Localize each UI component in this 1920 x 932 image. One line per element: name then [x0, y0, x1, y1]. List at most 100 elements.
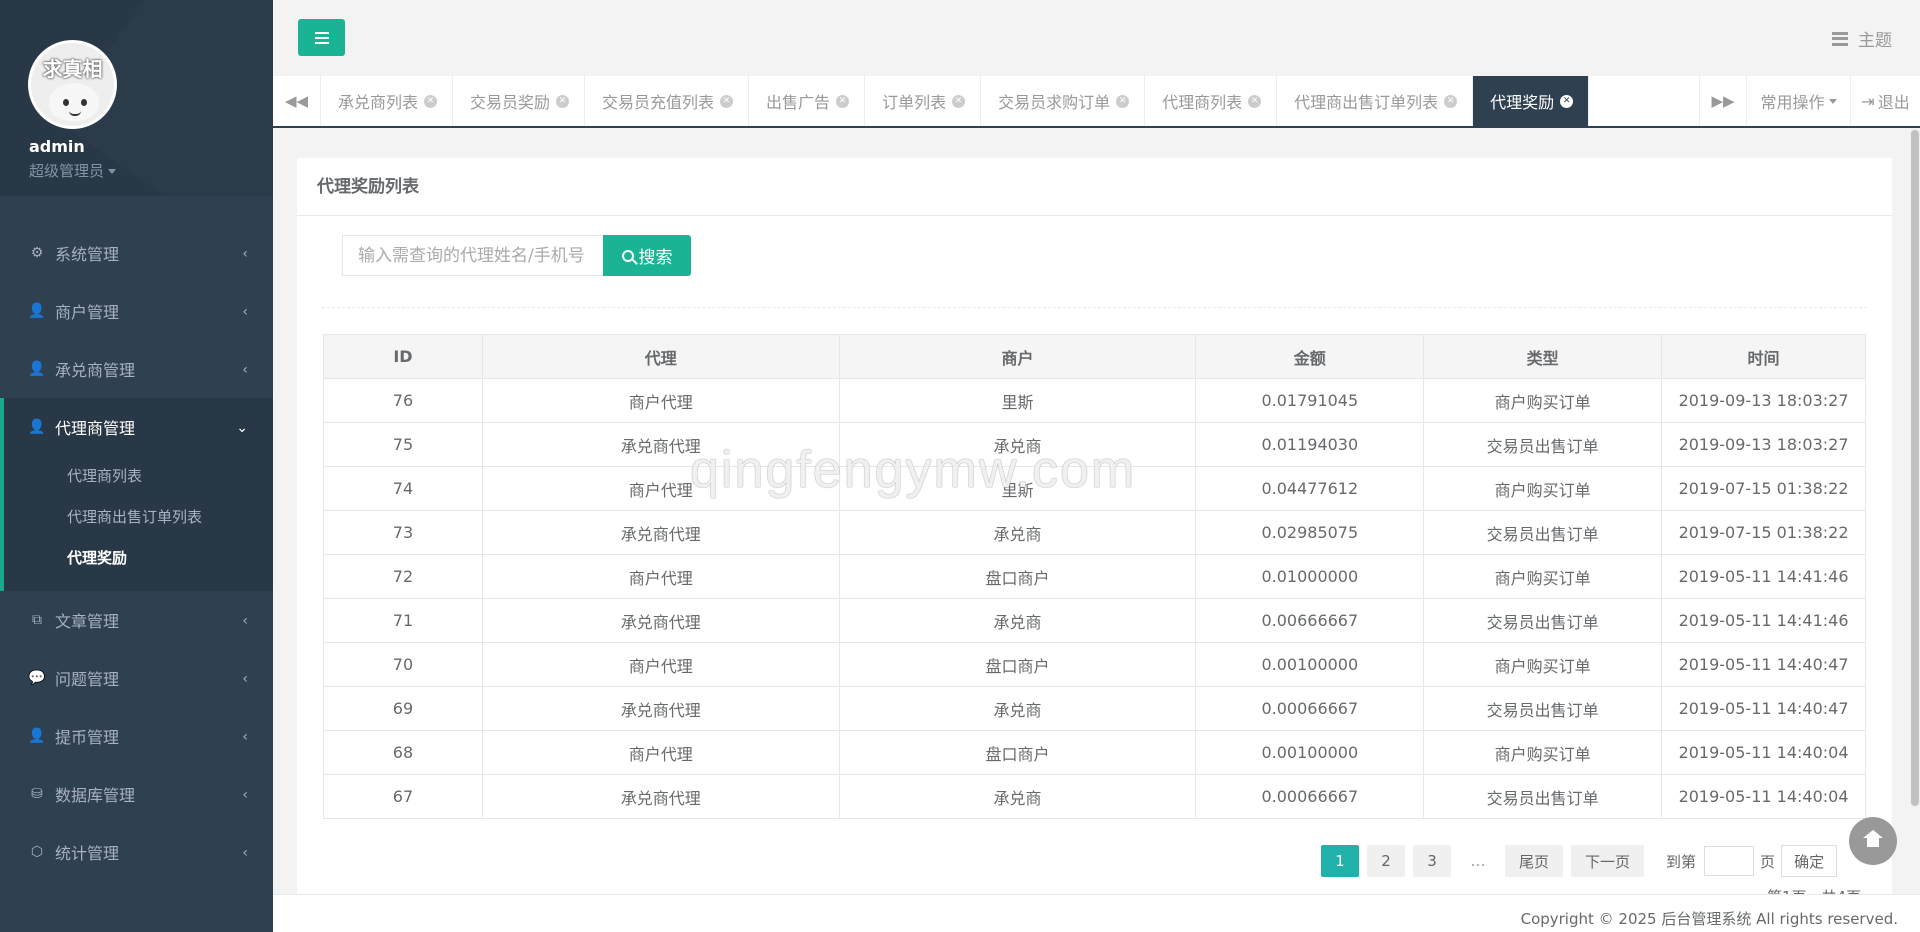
cell-id: 70 — [323, 642, 483, 687]
table-row: 68 商户代理 盘口商户 0.00100000 商户购买订单 2019-05-11 14:… — [323, 730, 1866, 775]
scrollbar[interactable] — [1910, 128, 1920, 808]
reward-table: ID 代理 商户 金额 类型 时间 76 商户代理 里斯 0.01791045 商户购买… — [323, 334, 1866, 819]
avatar-eye — [81, 99, 87, 106]
sidebar-subitem-agent-reward[interactable]: 代理奖励 — [4, 538, 273, 579]
cell-agent: 承兑商代理 — [481, 774, 840, 819]
search-icon — [621, 249, 634, 262]
close-icon[interactable]: ✕ — [1116, 94, 1130, 108]
cube-icon: ⬡ — [30, 844, 44, 860]
close-icon[interactable]: ✕ — [556, 94, 570, 108]
avatar[interactable]: 求真相 — [28, 40, 117, 129]
goto-confirm-button[interactable]: 确定 — [1781, 845, 1838, 877]
tab-agent-sell-orders[interactable]: 代理商出售订单列表 ✕ — [1277, 76, 1474, 126]
last-page-button[interactable]: 尾页 — [1505, 845, 1564, 877]
cell-id: 71 — [323, 598, 483, 643]
cell-agent: 承兑商代理 — [481, 686, 840, 731]
home-button[interactable] — [1849, 817, 1897, 865]
tab-trader-buy-orders[interactable]: 交易员求购订单 ✕ — [981, 76, 1146, 126]
column-header-amount: 金额 — [1195, 334, 1425, 379]
sidebar-item-merchant[interactable]: 👤 商户管理 ‹ — [0, 282, 273, 340]
cell-type: 交易员出售订单 — [1423, 774, 1663, 819]
search-button[interactable]: 搜索 — [603, 235, 691, 276]
search-input[interactable] — [342, 235, 603, 276]
page-button[interactable]: 1 — [1321, 845, 1359, 877]
gear-icon: ⚙ — [30, 245, 44, 261]
tab-label: 交易员奖励 — [470, 93, 551, 112]
pagination: 1 2 3 … 尾页 下一页 到第 页 确定 — [1321, 845, 1838, 877]
role-dropdown[interactable]: 超级管理员 — [29, 160, 117, 181]
cell-merchant: 里斯 — [838, 378, 1197, 423]
tab-sell-ads[interactable]: 出售广告 ✕ — [749, 76, 866, 126]
cell-merchant: 承兑商 — [838, 686, 1197, 731]
sidebar-item-acceptor[interactable]: 👤 承兑商管理 ‹ — [0, 340, 273, 398]
tab-agent-list[interactable]: 代理商列表 ✕ — [1145, 76, 1278, 126]
goto-page-input[interactable] — [1704, 846, 1755, 876]
sidebar-item-label: 统计管理 — [55, 844, 120, 863]
close-icon[interactable]: ✕ — [1560, 94, 1574, 108]
cell-agent: 承兑商代理 — [481, 598, 840, 643]
cell-time: 2019-09-13 18:03:27 — [1661, 422, 1866, 467]
theme-label: 主题 — [1858, 31, 1892, 51]
theme-button[interactable]: 主题 — [1832, 26, 1892, 51]
cell-id: 67 — [323, 774, 483, 819]
sidebar-item-question[interactable]: 💬 问题管理 ‹ — [0, 649, 273, 707]
cell-merchant: 盘口商户 — [838, 554, 1197, 599]
tabs-scroll-right-button[interactable]: ▶▶ — [1699, 76, 1747, 126]
cell-time: 2019-05-11 14:40:04 — [1661, 730, 1866, 775]
table-row: 69 承兑商代理 承兑商 0.00066667 交易员出售订单 2019-05-11 14… — [323, 686, 1866, 731]
cell-amount: 0.01194030 — [1195, 422, 1425, 467]
sidebar-item-statistics[interactable]: ⬡ 统计管理 ‹ — [0, 823, 273, 881]
cell-merchant: 承兑商 — [838, 422, 1197, 467]
sidebar: 求真相 admin 超级管理员 ⚙ 系统管理 ‹ 👤 商户管理 ‹ 👤 承兑商管… — [0, 0, 273, 932]
tab-acceptor-list[interactable]: 承兑商列表 ✕ — [321, 76, 454, 126]
sidebar-item-withdraw[interactable]: 👤 提币管理 ‹ — [0, 707, 273, 765]
user-icon: 👤 — [28, 728, 46, 744]
cell-time: 2019-09-13 18:03:27 — [1661, 378, 1866, 423]
next-page-button[interactable]: 下一页 — [1571, 845, 1645, 877]
tab-trader-recharge[interactable]: 交易员充值列表 ✕ — [585, 76, 750, 126]
sidebar-item-agent[interactable]: 👤 代理商管理 ⌄ — [4, 398, 273, 456]
tab-agent-reward[interactable]: 代理奖励 ✕ — [1473, 76, 1590, 126]
tab-label: 代理奖励 — [1490, 93, 1555, 112]
table-row: 70 商户代理 盘口商户 0.00100000 商户购买订单 2019-05-11 14:… — [323, 642, 1866, 687]
sidebar-item-system[interactable]: ⚙ 系统管理 ‹ — [0, 224, 273, 282]
tabs-scroll-left-button[interactable]: ◀◀ — [273, 76, 321, 126]
close-icon[interactable]: ✕ — [1248, 94, 1262, 108]
sidebar-group-agent: 👤 代理商管理 ⌄ 代理商列表 代理商出售订单列表 代理奖励 — [0, 398, 273, 591]
column-header-type: 类型 — [1423, 334, 1663, 379]
cell-type: 商户购买订单 — [1423, 466, 1663, 511]
cell-id: 73 — [323, 510, 483, 555]
common-operations-dropdown[interactable]: 常用操作 — [1747, 76, 1851, 126]
sidebar-item-database[interactable]: ⛁ 数据库管理 ‹ — [0, 765, 273, 823]
user-icon: 👤 — [28, 419, 46, 435]
cell-id: 72 — [323, 554, 483, 599]
column-header-time: 时间 — [1661, 334, 1866, 379]
tab-trader-reward[interactable]: 交易员奖励 ✕ — [453, 76, 586, 126]
cell-time: 2019-05-11 14:40:04 — [1661, 774, 1866, 819]
chevron-left-icon: ‹ — [242, 845, 248, 861]
sidebar-subitem-agent-list[interactable]: 代理商列表 — [4, 456, 273, 497]
cell-type: 交易员出售订单 — [1423, 510, 1663, 555]
close-icon[interactable]: ✕ — [424, 94, 438, 108]
cell-type: 商户购买订单 — [1423, 378, 1663, 423]
close-icon[interactable]: ✕ — [720, 94, 734, 108]
close-icon[interactable]: ✕ — [836, 94, 850, 108]
scrollbar-thumb[interactable] — [1911, 130, 1919, 806]
sidebar-subitem-agent-sell-orders[interactable]: 代理商出售订单列表 — [4, 497, 273, 538]
tab-label: 订单列表 — [882, 93, 947, 112]
cell-type: 交易员出售订单 — [1423, 422, 1663, 467]
cell-amount: 0.04477612 — [1195, 466, 1425, 511]
username: admin — [29, 137, 85, 156]
tab-orders[interactable]: 订单列表 ✕ — [865, 76, 982, 126]
sidebar-item-article[interactable]: ⧉ 文章管理 ‹ — [0, 591, 273, 649]
sidebar-menu: ⚙ 系统管理 ‹ 👤 商户管理 ‹ 👤 承兑商管理 ‹ 👤 代理商管理 ⌄ 代理… — [0, 224, 273, 881]
cell-merchant: 里斯 — [838, 466, 1197, 511]
page-button[interactable]: 2 — [1367, 845, 1405, 877]
close-icon[interactable]: ✕ — [952, 94, 966, 108]
close-icon[interactable]: ✕ — [1444, 94, 1458, 108]
exit-button[interactable]: ⇥ 退出 — [1851, 76, 1920, 126]
divider — [322, 307, 1867, 308]
user-icon: 👤 — [28, 303, 46, 319]
page-button[interactable]: 3 — [1413, 845, 1451, 877]
toggle-sidebar-button[interactable] — [298, 19, 345, 56]
